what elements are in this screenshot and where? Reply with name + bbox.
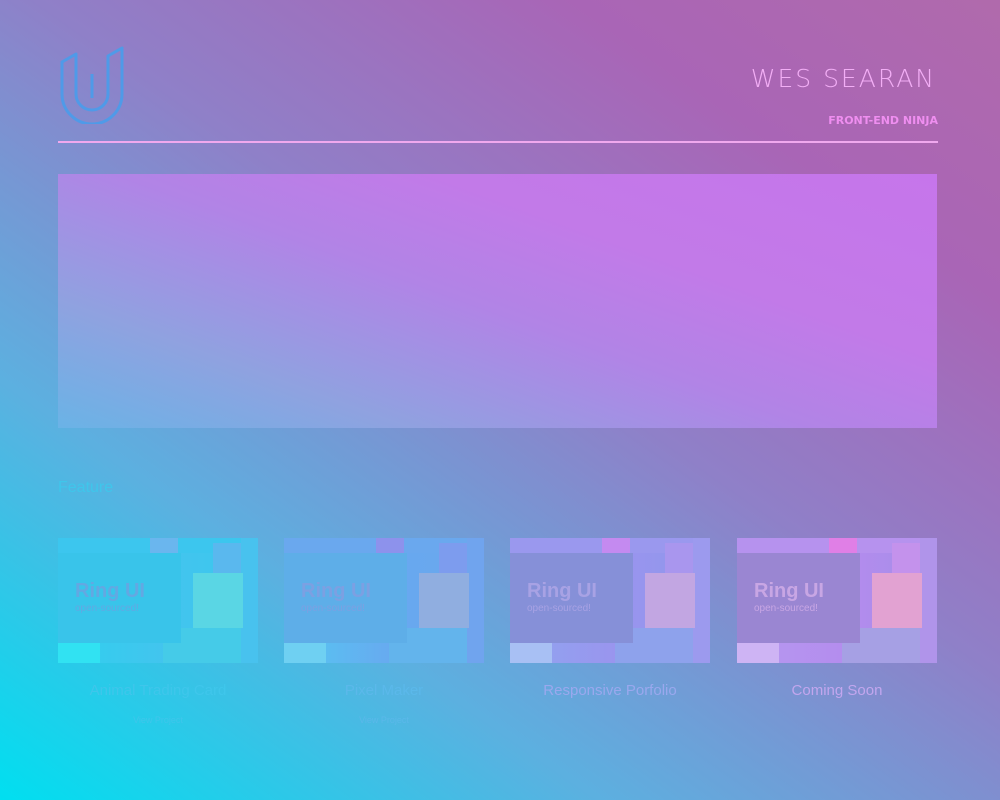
project-title[interactable]: Animal Trading Card xyxy=(58,682,258,699)
project-card[interactable]: Ring UI open-sourced! Responsive Porfoli… xyxy=(510,538,710,699)
featured-heading: Feature xyxy=(58,479,114,496)
project-card[interactable]: Ring UI open-sourced! Coming Soon xyxy=(737,538,937,699)
project-thumbnail[interactable]: Ring UI open-sourced! xyxy=(510,538,710,663)
view-project-link[interactable]: View Project xyxy=(284,715,484,725)
thumbnail-title: Ring UI xyxy=(301,580,371,602)
hero-banner xyxy=(58,174,937,428)
project-thumbnail[interactable]: Ring UI open-sourced! xyxy=(737,538,937,663)
thumbnail-title: Ring UI xyxy=(75,580,145,602)
thumbnail-title: Ring UI xyxy=(754,580,824,602)
thumbnail-subtitle: open-sourced! xyxy=(754,603,818,614)
project-title[interactable]: Responsive Porfolio xyxy=(510,682,710,699)
udacity-u-logo-icon[interactable] xyxy=(58,44,126,124)
owner-title: FRONT-END NINJA xyxy=(828,114,938,127)
thumbnail-subtitle: open-sourced! xyxy=(527,603,591,614)
project-title[interactable]: Pixel Maker xyxy=(284,682,484,699)
thumbnail-subtitle: open-sourced! xyxy=(301,603,365,614)
project-card[interactable]: Ring UI open-sourced! Pixel Maker View P… xyxy=(284,538,484,725)
thumbnail-subtitle: open-sourced! xyxy=(75,603,139,614)
project-title[interactable]: Coming Soon xyxy=(737,682,937,699)
thumbnail-title: Ring UI xyxy=(527,580,597,602)
owner-name: WES SEARAN xyxy=(750,64,936,93)
project-card[interactable]: Ring UI open-sourced! Animal Trading Car… xyxy=(58,538,258,725)
project-thumbnail[interactable]: Ring UI open-sourced! xyxy=(58,538,258,663)
header-divider xyxy=(58,141,938,143)
project-thumbnail[interactable]: Ring UI open-sourced! xyxy=(284,538,484,663)
site-header: WES SEARAN FRONT-END NINJA xyxy=(58,44,938,142)
view-project-link[interactable]: View Project xyxy=(58,715,258,725)
